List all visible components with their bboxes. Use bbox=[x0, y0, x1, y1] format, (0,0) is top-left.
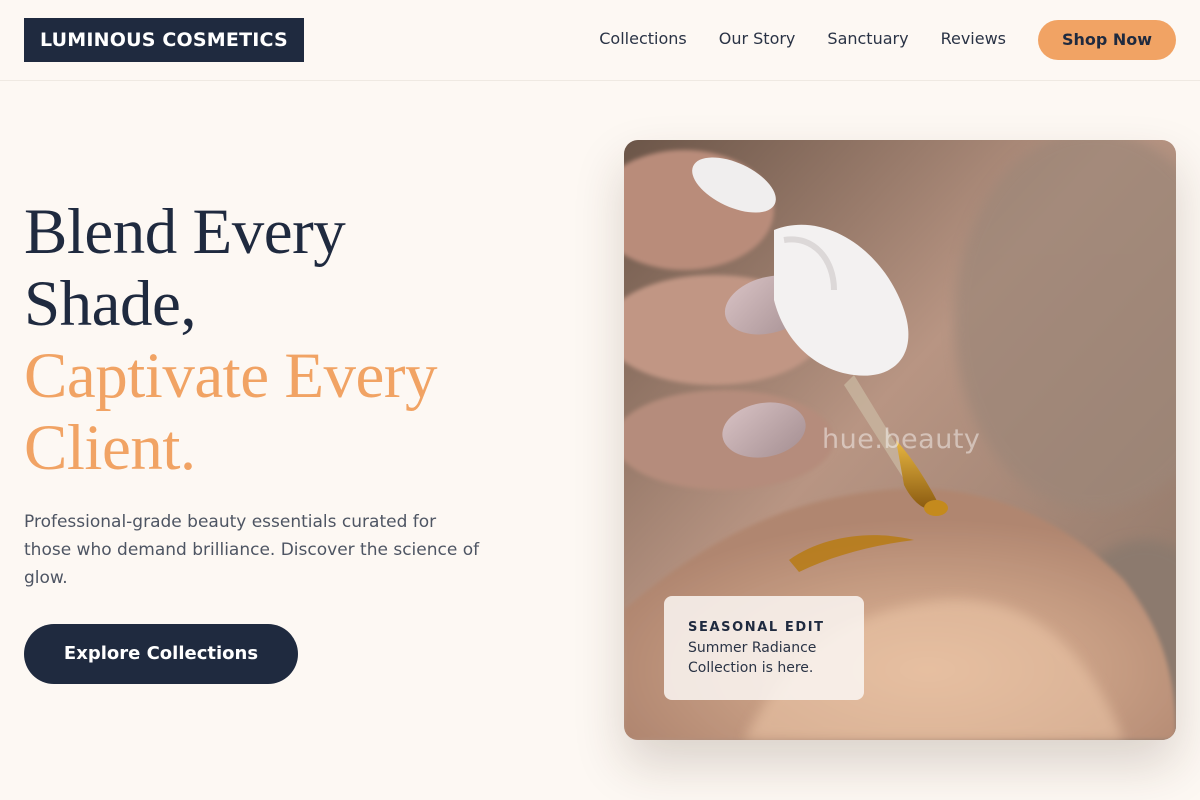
shop-now-button[interactable]: Shop Now bbox=[1038, 20, 1176, 60]
promo-text: Summer Radiance Collection is here. bbox=[688, 640, 817, 676]
nav-link-reviews[interactable]: Reviews bbox=[941, 28, 1006, 50]
nav-links: Collections Our Story Sanctuary Reviews bbox=[599, 28, 1006, 50]
nav-link-sanctuary[interactable]: Sanctuary bbox=[827, 28, 908, 50]
navbar: LUMINOUS COSMETICS Collections Our Story… bbox=[0, 0, 1200, 81]
hero-headline: Blend Every Shade, Captivate Every Clien… bbox=[24, 196, 584, 484]
headline-accent-line-1: Captivate Every bbox=[24, 340, 438, 412]
hero-subtext: Professional-grade beauty essentials cur… bbox=[24, 512, 480, 588]
hero-image-card: hue.beauty SEASONAL EDIT Summer Radiance… bbox=[624, 140, 1176, 740]
seasonal-promo-card[interactable]: SEASONAL EDIT Summer Radiance Collection… bbox=[664, 596, 864, 700]
headline-line-2: Shade, bbox=[24, 268, 197, 340]
headline-accent-line-2: Client. bbox=[24, 412, 196, 484]
nav-link-our-story[interactable]: Our Story bbox=[719, 28, 796, 50]
promo-label: SEASONAL EDIT bbox=[688, 620, 825, 635]
headline-line-1: Blend Every bbox=[24, 196, 346, 268]
explore-collections-button[interactable]: Explore Collections bbox=[24, 624, 298, 684]
nav-link-collections[interactable]: Collections bbox=[599, 28, 686, 50]
image-watermark: hue.beauty bbox=[822, 424, 981, 455]
brand-logo[interactable]: LUMINOUS COSMETICS bbox=[24, 18, 304, 62]
